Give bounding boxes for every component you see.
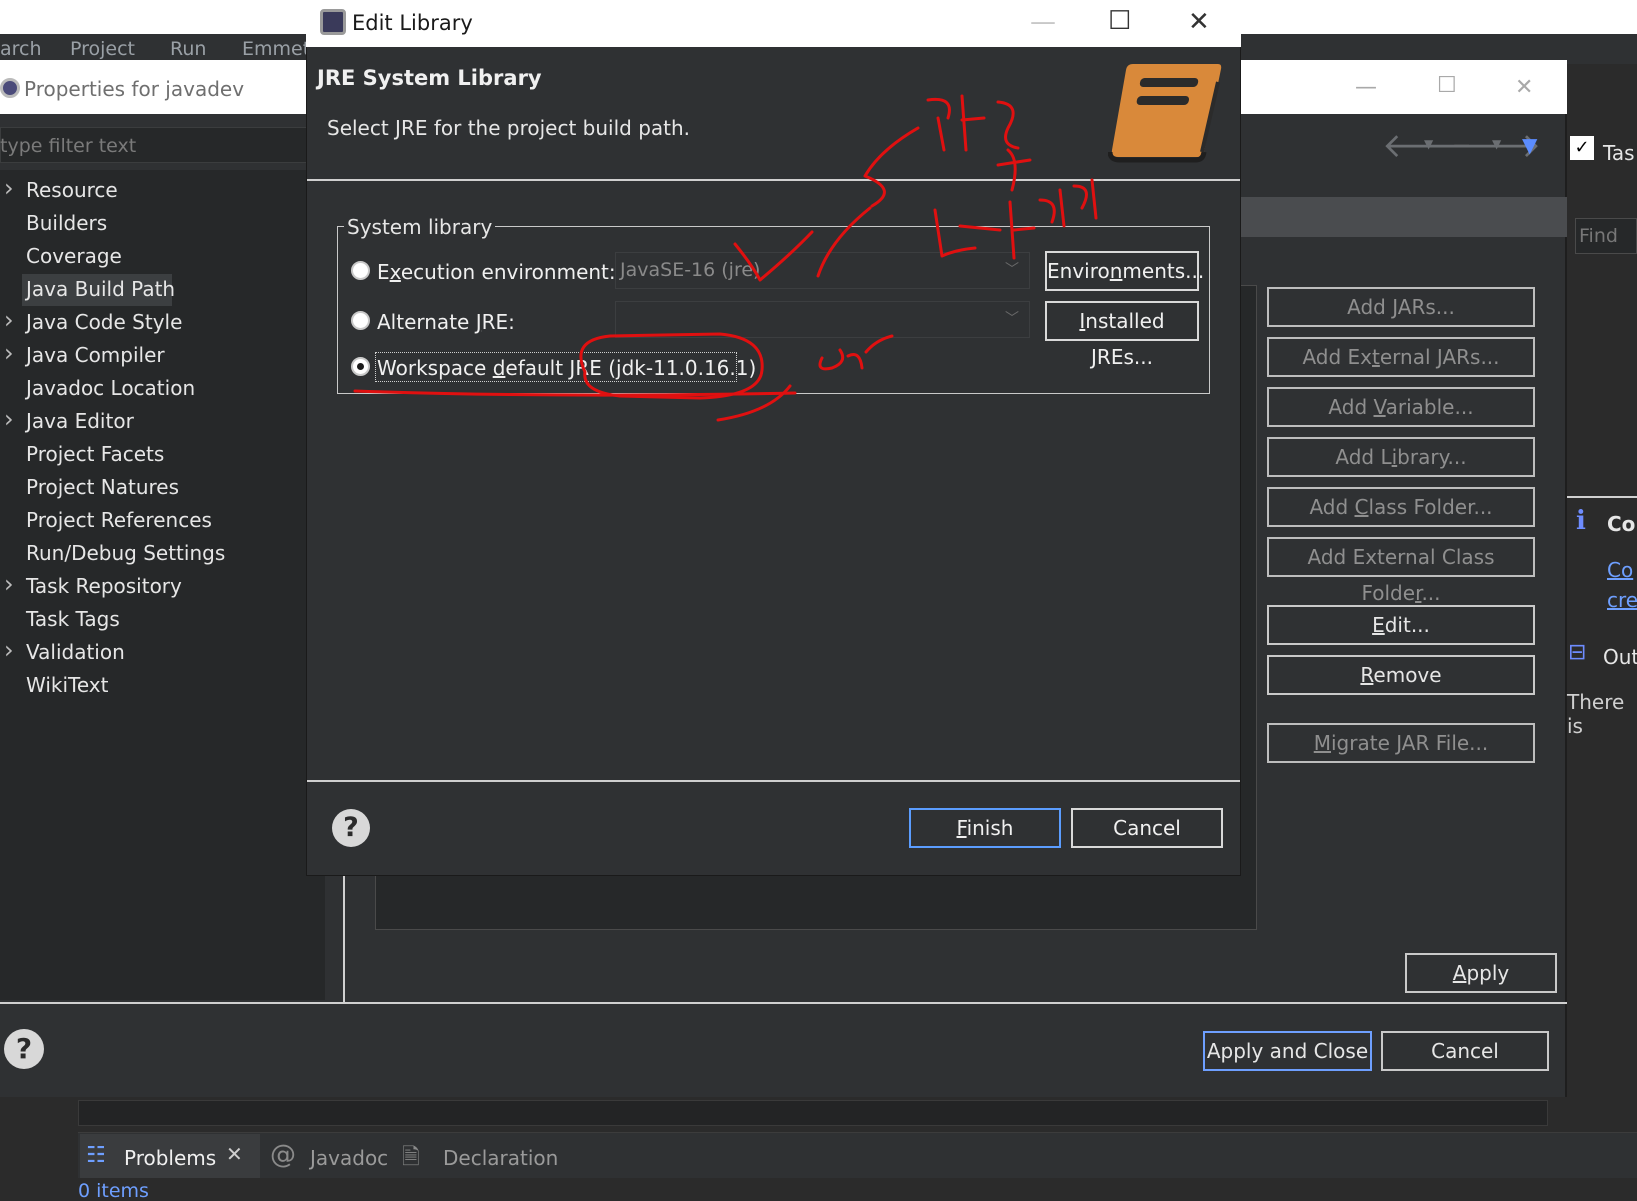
migrate-jar-button[interactable]: Migrate JAR File... bbox=[1267, 723, 1535, 763]
menu-project[interactable]: Project bbox=[70, 38, 135, 60]
find-placeholder: Find bbox=[1579, 225, 1618, 247]
tab-declaration[interactable]: Declaration bbox=[443, 1146, 558, 1170]
dialog-heading: JRE System Library bbox=[317, 66, 542, 90]
problems-icon: ☷ bbox=[86, 1143, 106, 1168]
tree-item[interactable]: Run/Debug Settings bbox=[26, 541, 225, 565]
tree-item[interactable]: Java Code Style bbox=[26, 310, 182, 334]
chevron-right-icon[interactable]: › bbox=[4, 339, 14, 367]
help-icon[interactable]: ? bbox=[332, 809, 370, 847]
add-library-button[interactable]: Add Library... bbox=[1267, 437, 1535, 477]
chevron-right-icon[interactable]: › bbox=[4, 405, 14, 433]
tree-item[interactable]: Javadoc Location bbox=[26, 376, 195, 400]
apply-button[interactable]: Apply bbox=[1405, 953, 1557, 993]
separator bbox=[1567, 496, 1637, 498]
alternate-jre-radio[interactable] bbox=[351, 311, 370, 330]
tab-problems[interactable]: Problems bbox=[124, 1146, 216, 1170]
problems-count: 0 items bbox=[78, 1180, 149, 1201]
javadoc-icon: @ bbox=[270, 1140, 296, 1170]
chevron-right-icon[interactable]: › bbox=[4, 570, 14, 598]
add-jars-button[interactable]: Add JARs... bbox=[1267, 287, 1535, 327]
properties-title: Properties for javadev bbox=[24, 77, 245, 101]
minimize-icon[interactable]: — bbox=[1355, 75, 1377, 100]
chevron-right-icon[interactable]: › bbox=[4, 174, 14, 202]
info-title: Co bbox=[1607, 512, 1636, 536]
task-list-icon: ✓ bbox=[1570, 136, 1594, 160]
tree-item[interactable]: Project Natures bbox=[26, 475, 179, 499]
maximize-icon[interactable]: ☐ bbox=[1108, 6, 1131, 36]
filter-placeholder: type filter text bbox=[0, 135, 137, 157]
outline-icon: ⊟ bbox=[1568, 640, 1587, 665]
window-top-strip-right bbox=[1567, 0, 1637, 34]
eclipse-icon bbox=[320, 9, 346, 35]
tree-item[interactable]: Task Repository bbox=[26, 574, 182, 598]
add-class-folder-button[interactable]: Add Class Folder... bbox=[1267, 487, 1535, 527]
tree-item[interactable]: Project Facets bbox=[26, 442, 164, 466]
workspace-default-label: Workspace default JRE (jdk-11.0.16.1) bbox=[377, 356, 757, 380]
menu-emmet[interactable]: Emmet bbox=[242, 38, 310, 60]
menu-run[interactable]: Run bbox=[170, 38, 206, 60]
outline-message: There is bbox=[1567, 690, 1625, 738]
separator bbox=[307, 780, 1240, 782]
tree-item[interactable]: Validation bbox=[26, 640, 125, 664]
close-icon[interactable]: ✕ bbox=[1188, 7, 1210, 37]
separator bbox=[0, 1002, 1567, 1004]
chevron-right-icon[interactable]: › bbox=[4, 636, 14, 664]
info-link[interactable]: cre bbox=[1607, 588, 1637, 612]
chevron-down-icon: ﹀ bbox=[1005, 262, 1019, 278]
dialog-cancel-button[interactable]: Cancel bbox=[1071, 808, 1223, 848]
execution-environment-label: Execution environment: bbox=[377, 260, 616, 284]
menu-search[interactable]: arch bbox=[0, 38, 42, 60]
tab-javadoc[interactable]: Javadoc bbox=[310, 1146, 388, 1170]
tree-item[interactable]: Java Build Path bbox=[26, 277, 175, 301]
properties-cancel-button[interactable]: Cancel bbox=[1381, 1031, 1549, 1071]
tree-item[interactable]: Task Tags bbox=[26, 607, 120, 631]
panel-sash bbox=[78, 1100, 1548, 1126]
tree-item[interactable]: WikiText bbox=[26, 673, 108, 697]
forward-menu-icon[interactable]: ▼ bbox=[1492, 137, 1501, 151]
dialog-title: Edit Library bbox=[352, 11, 473, 35]
environments-button[interactable]: Environments... bbox=[1045, 251, 1204, 291]
add-external-class-folder-button[interactable]: Add External Class Folder... bbox=[1267, 537, 1535, 605]
close-icon[interactable]: ✕ bbox=[1515, 75, 1533, 100]
minimize-icon[interactable]: — bbox=[1030, 7, 1056, 37]
info-link[interactable]: Co bbox=[1607, 558, 1633, 582]
maximize-icon[interactable]: ☐ bbox=[1437, 73, 1457, 98]
tree-item[interactable]: Java Compiler bbox=[26, 343, 165, 367]
find-input[interactable]: Find bbox=[1575, 218, 1637, 254]
info-icon: i bbox=[1576, 506, 1586, 536]
tree-item[interactable]: Resource bbox=[26, 178, 118, 202]
execution-environment-radio[interactable] bbox=[351, 261, 370, 280]
dialog-description: Select JRE for the project build path. bbox=[327, 116, 691, 140]
chevron-down-icon: ﹀ bbox=[1005, 311, 1019, 327]
separator bbox=[307, 179, 1240, 181]
workspace-default-radio[interactable] bbox=[351, 357, 370, 376]
alternate-jre-combo[interactable]: ﹀ bbox=[615, 301, 1030, 338]
eclipse-icon bbox=[0, 78, 20, 98]
outline-title[interactable]: Out bbox=[1603, 645, 1637, 669]
installed-jres-button[interactable]: Installed JREs... bbox=[1045, 301, 1199, 369]
task-list-title[interactable]: Tas bbox=[1603, 141, 1635, 165]
tree-item[interactable]: Builders bbox=[26, 211, 107, 235]
edit-button[interactable]: Edit... bbox=[1267, 605, 1535, 645]
group-label: System library bbox=[344, 215, 496, 239]
alternate-jre-label: Alternate JRE: bbox=[377, 310, 515, 334]
finish-button[interactable]: Finish bbox=[909, 808, 1061, 848]
close-tab-icon[interactable]: ✕ bbox=[226, 1142, 243, 1166]
tree-item[interactable]: Java Editor bbox=[26, 409, 134, 433]
help-icon[interactable]: ? bbox=[4, 1029, 44, 1069]
combo-value: JavaSE-16 (jre) bbox=[620, 259, 761, 281]
library-book-icon bbox=[1108, 64, 1222, 163]
remove-button[interactable]: Remove bbox=[1267, 655, 1535, 695]
declaration-icon: 🗎 bbox=[402, 1145, 420, 1170]
add-external-jars-button[interactable]: Add External JARs... bbox=[1267, 337, 1535, 377]
tree-item[interactable]: Coverage bbox=[26, 244, 122, 268]
tree-item[interactable]: Project References bbox=[26, 508, 212, 532]
back-menu-icon[interactable]: ▼ bbox=[1424, 137, 1433, 151]
add-variable-button[interactable]: Add Variable... bbox=[1267, 387, 1535, 427]
tab-strip bbox=[1240, 197, 1567, 237]
execution-environment-combo[interactable]: JavaSE-16 (jre) ﹀ bbox=[615, 252, 1030, 289]
view-menu-icon[interactable]: ▼ bbox=[1522, 133, 1537, 157]
chevron-right-icon[interactable]: › bbox=[4, 306, 14, 334]
apply-and-close-button[interactable]: Apply and Close bbox=[1203, 1031, 1372, 1071]
